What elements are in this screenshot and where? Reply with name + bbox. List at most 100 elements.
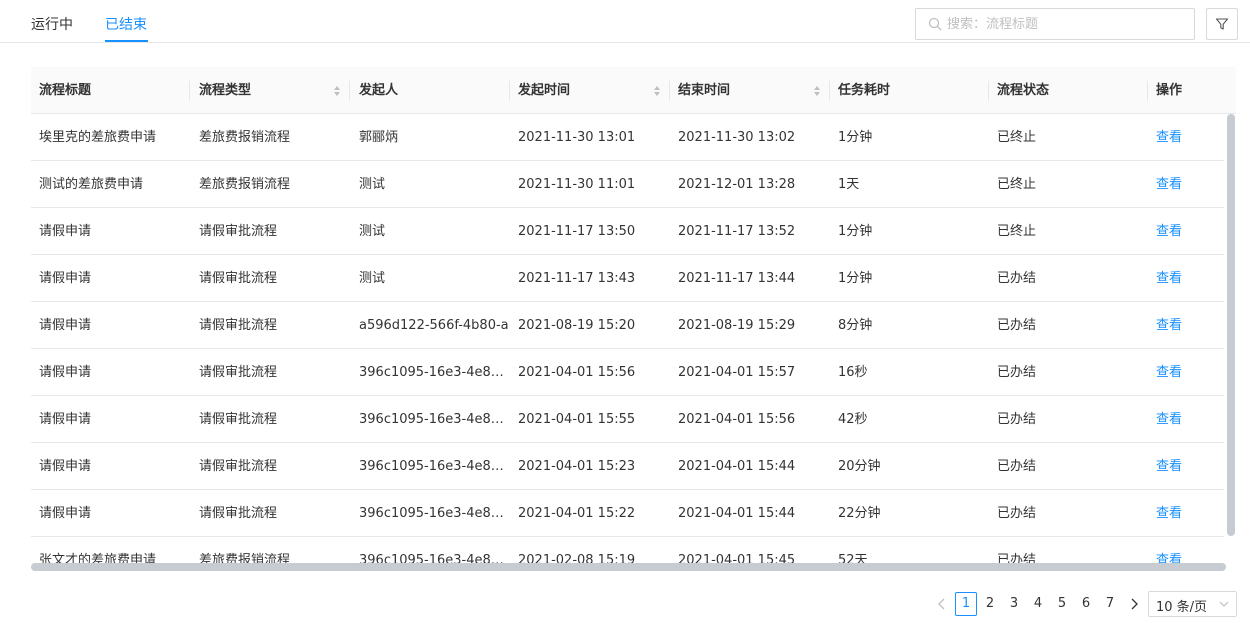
- sort-icon[interactable]: [813, 85, 821, 97]
- cell-duration: 22分钟: [838, 506, 881, 521]
- view-link[interactable]: 查看: [1148, 396, 1224, 443]
- cell-type: 差旅费报销流程: [199, 130, 291, 145]
- table-row[interactable]: 测试的差旅费申请 差旅费报销流程 测试 2021-11-30 11:01 2021-12…: [31, 161, 1224, 208]
- page-button[interactable]: 1: [955, 592, 977, 616]
- cell-status: 已终止: [997, 130, 1037, 145]
- cell-duration: 16秒: [838, 365, 868, 380]
- sort-icon[interactable]: [653, 85, 661, 97]
- cell-title: 请假申请: [39, 365, 92, 380]
- cell-end-time: 2021-04-01 15:44: [678, 506, 796, 521]
- filter-icon: [1215, 18, 1229, 30]
- search-icon: [928, 17, 942, 31]
- search-input[interactable]: [947, 13, 1187, 35]
- page-button[interactable]: 3: [1003, 592, 1025, 616]
- cell-initiator: 郭郦炳: [359, 130, 399, 145]
- cell-title: 请假申请: [39, 459, 92, 474]
- table-row[interactable]: 请假申请 请假审批流程 测试 2021-11-17 13:43 2021-11-17 1…: [31, 255, 1224, 302]
- table-row[interactable]: 请假申请 请假审批流程 a596d122-566f-4b80-a 2021-08-19…: [31, 302, 1224, 349]
- cell-initiator: 测试: [359, 224, 386, 239]
- cell-type: 请假审批流程: [199, 459, 278, 474]
- cell-title: 测试的差旅费申请: [39, 177, 144, 192]
- view-link[interactable]: 查看: [1148, 302, 1224, 349]
- top-bar: 运行中 已结束: [0, 0, 1250, 43]
- page-button[interactable]: 6: [1075, 592, 1097, 616]
- cell-end-time: 2021-11-17 13:52: [678, 224, 796, 239]
- cell-status: 已办结: [997, 365, 1037, 380]
- column-divider: [349, 81, 350, 101]
- cell-status: 已办结: [997, 318, 1037, 333]
- cell-initiator: 396c1095-16e3-4e80...: [359, 412, 509, 427]
- cell-initiator: a596d122-566f-4b80-a: [359, 318, 509, 333]
- active-tab-indicator: [105, 40, 148, 42]
- view-link[interactable]: 查看: [1148, 161, 1224, 208]
- cell-start-time: 2021-11-17 13:43: [518, 271, 636, 286]
- cell-end-time: 2021-11-17 13:44: [678, 271, 796, 286]
- cell-title: 请假申请: [39, 271, 92, 286]
- cell-title: 请假申请: [39, 318, 92, 333]
- chevron-down-icon: [1219, 601, 1229, 607]
- column-divider: [189, 81, 190, 101]
- column-header-type[interactable]: 流程类型: [191, 67, 351, 114]
- next-page-icon[interactable]: [1126, 592, 1142, 616]
- cell-type: 请假审批流程: [199, 271, 278, 286]
- cell-end-time: 2021-12-01 13:28: [678, 177, 796, 192]
- column-header-end-time[interactable]: 结束时间: [670, 67, 830, 114]
- scrollbar-thumb[interactable]: [1227, 114, 1235, 536]
- view-link[interactable]: 查看: [1148, 114, 1224, 161]
- process-table: 流程标题 流程类型 发起人 发起时间 结束时间 任务耗时 流程状态 操作 埃里克…: [31, 67, 1236, 567]
- column-header-status: 流程状态: [997, 83, 1050, 98]
- vertical-scrollbar[interactable]: [1226, 114, 1236, 566]
- view-link[interactable]: 查看: [1148, 208, 1224, 255]
- column-header-initiator: 发起人: [359, 83, 399, 98]
- search-box[interactable]: [915, 8, 1195, 40]
- cell-type: 请假审批流程: [199, 506, 278, 521]
- page-size-select[interactable]: 10 条/页: [1148, 591, 1237, 617]
- cell-status: 已终止: [997, 177, 1037, 192]
- table-row[interactable]: 请假申请 请假审批流程 396c1095-16e3-4e80... 2021-04-0…: [31, 443, 1224, 490]
- table-row[interactable]: 请假申请 请假审批流程 396c1095-16e3-4e80... 2021-04-0…: [31, 490, 1224, 537]
- view-link[interactable]: 查看: [1148, 255, 1224, 302]
- filter-button[interactable]: [1206, 8, 1238, 40]
- table-row[interactable]: 请假申请 请假审批流程 396c1095-16e3-4e80... 2021-04-0…: [31, 396, 1224, 443]
- view-link[interactable]: 查看: [1148, 349, 1224, 396]
- cell-title: 埃里克的差旅费申请: [39, 130, 157, 145]
- table-row[interactable]: 请假申请 请假审批流程 测试 2021-11-17 13:50 2021-11-17 1…: [31, 208, 1224, 255]
- view-link[interactable]: 查看: [1148, 443, 1224, 490]
- cell-type: 请假审批流程: [199, 365, 278, 380]
- cell-duration: 1分钟: [838, 130, 873, 145]
- cell-duration: 1天: [838, 177, 860, 192]
- cell-duration: 42秒: [838, 412, 868, 427]
- tab-finished[interactable]: 已结束: [105, 14, 147, 34]
- page-button[interactable]: 7: [1099, 592, 1121, 616]
- cell-duration: 1分钟: [838, 271, 873, 286]
- cell-start-time: 2021-04-01 15:56: [518, 365, 636, 380]
- cell-status: 已办结: [997, 412, 1037, 427]
- page-button[interactable]: 4: [1027, 592, 1049, 616]
- cell-status: 已终止: [997, 224, 1037, 239]
- page-button[interactable]: 5: [1051, 592, 1073, 616]
- cell-end-time: 2021-08-19 15:29: [678, 318, 796, 333]
- page-size-value: 10 条/页: [1156, 600, 1208, 615]
- cell-type: 请假审批流程: [199, 224, 278, 239]
- cell-start-time: 2021-04-01 15:23: [518, 459, 636, 474]
- scrollbar-thumb[interactable]: [31, 563, 1226, 571]
- cell-start-time: 2021-11-30 11:01: [518, 177, 636, 192]
- sort-icon[interactable]: [333, 85, 341, 97]
- table-row[interactable]: 埃里克的差旅费申请 差旅费报销流程 郭郦炳 2021-11-30 13:01 2021-…: [31, 114, 1224, 161]
- cell-start-time: 2021-08-19 15:20: [518, 318, 636, 333]
- column-header-start-time[interactable]: 发起时间: [510, 67, 670, 114]
- cell-start-time: 2021-04-01 15:55: [518, 412, 636, 427]
- horizontal-scrollbar[interactable]: [31, 563, 1226, 571]
- view-link[interactable]: 查看: [1148, 490, 1224, 537]
- cell-type: 差旅费报销流程: [199, 177, 291, 192]
- table-row[interactable]: 请假申请 请假审批流程 396c1095-16e3-4e80... 2021-04-0…: [31, 349, 1224, 396]
- tab-running[interactable]: 运行中: [31, 14, 73, 34]
- prev-page-icon[interactable]: [934, 592, 950, 616]
- cell-title: 请假申请: [39, 506, 92, 521]
- page-button[interactable]: 2: [979, 592, 1001, 616]
- table-header: 流程标题 流程类型 发起人 发起时间 结束时间 任务耗时 流程状态 操作: [31, 67, 1236, 114]
- cell-duration: 1分钟: [838, 224, 873, 239]
- cell-initiator: 测试: [359, 177, 386, 192]
- cell-end-time: 2021-04-01 15:57: [678, 365, 796, 380]
- cell-title: 请假申请: [39, 412, 92, 427]
